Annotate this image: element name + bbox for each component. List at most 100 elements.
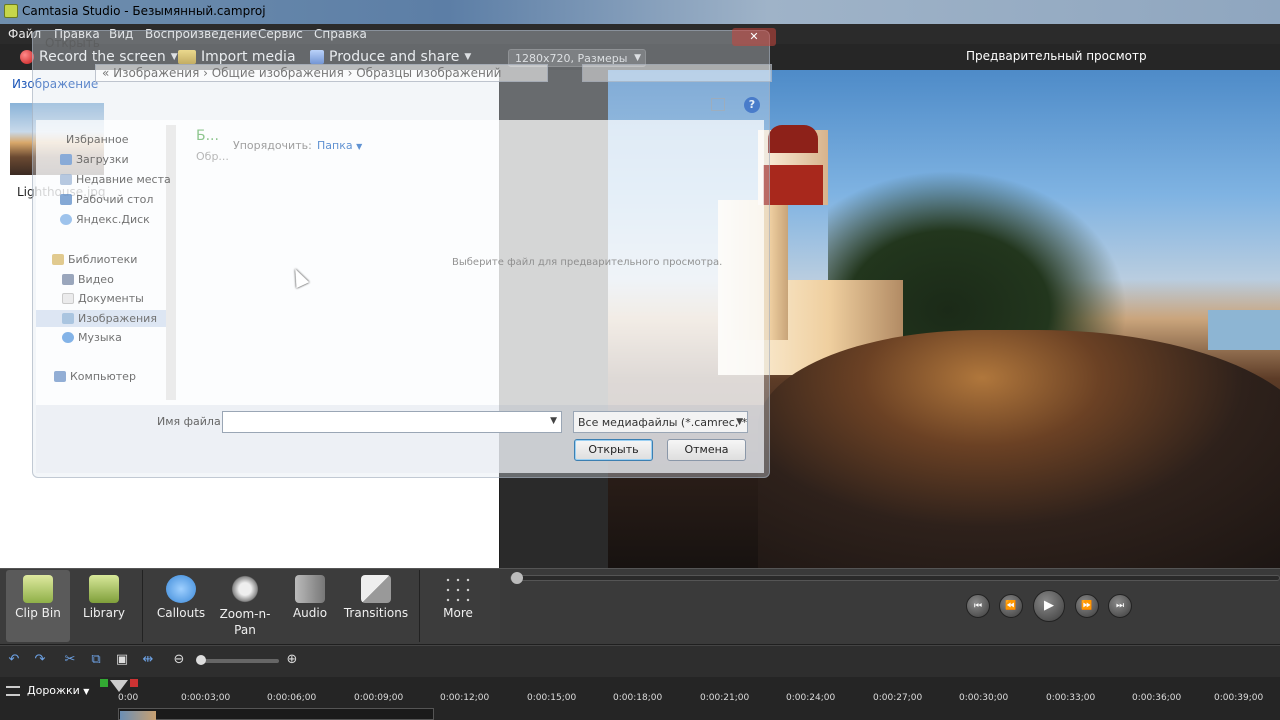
tracks-menu[interactable]: Дорожки ▼	[27, 684, 89, 697]
zoom-out-icon[interactable]: ⊖	[170, 652, 188, 668]
nav-images[interactable]: Изображения	[36, 310, 166, 327]
scrub-bar[interactable]	[510, 575, 1280, 581]
nav-computer[interactable]: Компьютер	[54, 370, 136, 383]
lighthouse-roof	[768, 125, 818, 153]
copy-icon[interactable]: ⧉	[87, 652, 105, 668]
chevron-down-icon: ▼	[550, 416, 557, 426]
tool-callouts[interactable]: Callouts	[150, 570, 212, 642]
timeline-clip[interactable]	[120, 711, 156, 720]
preview-title: Предварительный просмотр	[966, 49, 1147, 63]
zoom-in-icon[interactable]: ⊕	[283, 652, 301, 668]
in-point-marker[interactable]	[100, 679, 108, 687]
nav-scrollbar[interactable]	[166, 125, 176, 400]
tool-more[interactable]: More	[428, 570, 488, 642]
fast-forward-button[interactable]: ⏩	[1075, 594, 1099, 618]
magnifier-icon	[230, 575, 260, 603]
desktop-icon	[60, 194, 72, 205]
tool-library-label: Library	[83, 606, 125, 620]
tick-label: 0:00:09;00	[354, 693, 404, 703]
file-type-value: Все медиафайлы (*.camrec, *...	[578, 416, 748, 429]
fast-forward-icon: ⏩	[1081, 601, 1093, 611]
tick-label: 0:00:03;00	[181, 693, 231, 703]
computer-icon	[54, 371, 66, 382]
play-button[interactable]: ▶	[1033, 590, 1065, 622]
window-title: Camtasia Studio - Безымянный.camproj	[22, 4, 266, 18]
skip-forward-icon: ⏭	[1115, 601, 1125, 611]
tick-label: 0:00:24;00	[786, 693, 836, 703]
help-icon[interactable]: ?	[744, 97, 760, 113]
nav-computer-label: Компьютер	[70, 370, 136, 383]
chevron-down-icon: ▼	[83, 687, 90, 696]
nav-favorites[interactable]: Избранное	[66, 133, 128, 146]
timeline-toolbar	[0, 645, 1280, 677]
tools-separator	[142, 570, 143, 642]
recent-places-icon	[60, 174, 72, 185]
video-icon	[62, 274, 74, 285]
sort-dropdown[interactable]: Папка ▼	[317, 139, 362, 152]
nav-yadisk[interactable]: Яндекс.Диск	[60, 213, 150, 226]
filename-label: Имя файла:	[157, 415, 225, 428]
jump-end-button[interactable]: ⏭	[1108, 594, 1132, 618]
tick-label: 0:00:39;00	[1214, 693, 1264, 703]
nav-video-label: Видео	[78, 273, 114, 286]
downloads-icon	[60, 154, 72, 165]
transitions-icon	[361, 575, 391, 603]
sea-shape	[1208, 310, 1280, 350]
tick-label: 0:00	[118, 693, 139, 703]
zoom-slider[interactable]	[199, 659, 279, 663]
view-mode-icon[interactable]	[711, 98, 725, 111]
nav-downloads-label: Загрузки	[76, 153, 129, 166]
tool-library[interactable]: Library	[74, 570, 134, 642]
jump-start-button[interactable]: ⏮	[966, 594, 990, 618]
libraries-icon	[52, 254, 64, 265]
nav-images-label: Изображения	[78, 312, 157, 325]
cut-icon[interactable]: ✂	[61, 652, 79, 668]
dialog-search-input[interactable]	[582, 64, 772, 82]
nav-documents[interactable]: Документы	[62, 292, 144, 305]
tool-clip-bin[interactable]: Clip Bin	[6, 570, 70, 642]
nav-libraries[interactable]: Библиотеки	[52, 253, 137, 266]
nav-libraries-label: Библиотеки	[68, 253, 138, 266]
tool-audio[interactable]: Audio	[282, 570, 338, 642]
filename-input[interactable]: ▼	[222, 411, 562, 433]
lighthouse-lantern	[763, 165, 823, 205]
tool-zoom-n-pan[interactable]: Zoom-n-Pan	[214, 570, 276, 642]
timeline-track[interactable]	[118, 708, 434, 720]
tool-clip-bin-label: Clip Bin	[15, 606, 61, 620]
nav-downloads[interactable]: Загрузки	[60, 153, 129, 166]
documents-icon	[62, 293, 74, 304]
tool-more-label: More	[443, 606, 473, 620]
cloud-icon	[60, 214, 72, 225]
split-icon[interactable]: ⇹	[139, 652, 157, 668]
music-icon	[62, 332, 74, 343]
open-button[interactable]: Открыть	[574, 439, 653, 461]
nav-video[interactable]: Видео	[62, 273, 114, 286]
dialog-title: Открыть	[45, 36, 100, 50]
nav-desktop[interactable]: Рабочий стол	[60, 193, 153, 206]
tool-transitions[interactable]: Transitions	[340, 570, 412, 642]
undo-icon[interactable]: ↶	[5, 652, 23, 668]
nav-recent[interactable]: Недавние места	[60, 173, 171, 186]
file-type-filter[interactable]: Все медиафайлы (*.camrec, *... ▼	[573, 411, 748, 433]
play-icon: ▶	[1044, 598, 1054, 613]
rocks-shape	[758, 330, 1280, 568]
nav-documents-label: Документы	[78, 292, 144, 305]
tracks-label: Дорожки	[27, 684, 80, 697]
paste-icon[interactable]: ▣	[113, 652, 131, 668]
nav-music[interactable]: Музыка	[62, 331, 122, 344]
zoom-slider-handle[interactable]	[196, 655, 206, 665]
rewind-button[interactable]: ⏪	[999, 594, 1023, 618]
dialog-address-bar[interactable]: « Изображения › Общие изображения › Обра…	[95, 64, 548, 82]
out-point-marker[interactable]	[130, 679, 138, 687]
scrub-handle[interactable]	[511, 572, 523, 584]
rewind-icon: ⏪	[1005, 601, 1017, 611]
tick-label: 0:00:30;00	[959, 693, 1009, 703]
images-icon	[62, 313, 74, 324]
dialog-close-button[interactable]: ✕	[732, 28, 776, 46]
tick-label: 0:00:18;00	[613, 693, 663, 703]
nav-desktop-label: Рабочий стол	[76, 193, 154, 206]
more-icon	[443, 575, 473, 603]
redo-icon[interactable]: ↷	[31, 652, 49, 668]
skip-back-icon: ⏮	[973, 601, 983, 611]
cancel-button[interactable]: Отмена	[667, 439, 746, 461]
